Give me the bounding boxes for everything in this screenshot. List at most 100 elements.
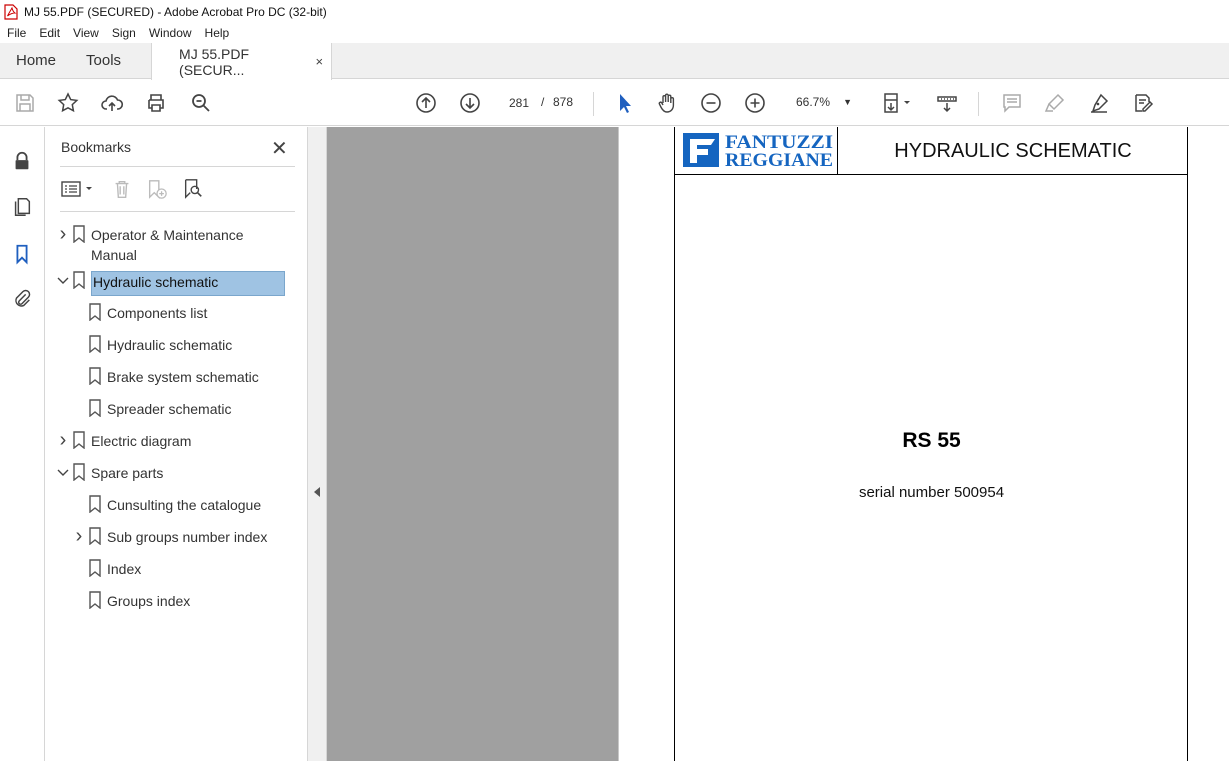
model-title: RS 55 [902, 429, 961, 452]
bookmark-label: Spreader schematic [107, 401, 232, 417]
bookmark-flag-icon [89, 367, 101, 386]
bookmark-icon [16, 244, 28, 265]
magnifier-icon [192, 94, 210, 112]
zoom-value: 66.7% [796, 95, 831, 109]
arrow-up-circle-icon [416, 93, 436, 113]
bookmark-item[interactable]: Spare parts [55, 463, 163, 486]
security-rail-button[interactable] [10, 149, 34, 173]
bookmark-flag-icon [89, 335, 101, 354]
chevron-down-icon[interactable] [55, 271, 71, 294]
page-display-button[interactable] [876, 89, 916, 117]
zoom-select[interactable]: 66.7% ▼ [788, 90, 858, 115]
scrolling-mode-button[interactable] [933, 89, 961, 117]
bookmark-item[interactable]: Index [71, 559, 141, 579]
pages-icon [14, 198, 31, 216]
highlighter-icon [1044, 93, 1065, 112]
lock-icon [15, 151, 29, 170]
attachments-rail-button[interactable] [10, 287, 34, 311]
serial-number: serial number 500954 [858, 484, 1005, 501]
find-bookmark-button[interactable] [181, 177, 205, 201]
edit-document-icon [1135, 94, 1154, 112]
bookmark-flag-icon [73, 225, 85, 244]
menu-bar: File Edit View Sign Window Help [0, 23, 1229, 43]
bookmark-item[interactable]: Groups index [71, 591, 190, 611]
draw-button[interactable] [1085, 89, 1113, 117]
comment-icon [1003, 94, 1021, 113]
bookmark-flag-icon [73, 271, 85, 290]
menu-edit[interactable]: Edit [32, 26, 66, 40]
title-bar: MJ 55.PDF (SECURED) - Adobe Acrobat Pro … [0, 0, 1229, 23]
bookmark-item[interactable]: › Electric diagram [55, 430, 192, 451]
tab-document[interactable]: MJ 55.PDF (SECUR... × [151, 43, 333, 80]
bookmark-item[interactable]: Brake system schematic [71, 367, 259, 387]
highlight-button[interactable] [1041, 89, 1069, 117]
document-viewer[interactable]: FANTUZZI REGGIANE HYDRAULIC SCHEMATIC RS… [327, 127, 1229, 761]
bookmark-item[interactable]: › Sub groups number index [71, 526, 268, 547]
bookmark-item[interactable]: Components list [71, 303, 207, 323]
menu-file[interactable]: File [0, 26, 32, 40]
menu-help[interactable]: Help [198, 26, 236, 40]
page-total: 878 [553, 95, 574, 109]
page-header: FANTUZZI REGGIANE HYDRAULIC SCHEMATIC [675, 127, 1188, 175]
chevron-right-icon[interactable]: › [55, 430, 71, 450]
bookmark-flag-icon [89, 399, 101, 418]
new-bookmark-button[interactable] [145, 177, 169, 201]
chevron-down-icon[interactable] [55, 463, 71, 486]
bookmark-item[interactable]: › Operator & Maintenance Manual [55, 224, 271, 265]
bookmark-label: Groups index [107, 593, 191, 609]
svg-text:REGGIANE: REGGIANE [725, 150, 833, 171]
left-rail [0, 127, 45, 761]
menu-view[interactable]: View [66, 26, 105, 40]
page-number-input[interactable]: 281 [500, 90, 538, 115]
tab-tools[interactable]: Tools [72, 43, 137, 78]
bookmark-label: Operator & Maintenance Manual [91, 227, 244, 263]
menu-window[interactable]: Window [142, 26, 198, 40]
zoom-in-button[interactable] [741, 89, 769, 117]
find-button[interactable] [187, 89, 215, 117]
main-toolbar: 281 / 878 66.7% ▼ [0, 80, 1229, 126]
bookmark-flag-icon [89, 591, 101, 610]
edit-pdf-button[interactable] [1129, 89, 1157, 117]
bookmark-label: Spare parts [91, 465, 164, 481]
bookmark-item[interactable]: Hydraulic schematic [71, 335, 232, 355]
page-fit-icon [884, 93, 910, 113]
comment-button[interactable] [998, 89, 1026, 117]
close-tab-icon[interactable]: × [315, 54, 323, 69]
close-panel-icon[interactable]: ✕ [271, 136, 288, 161]
select-tool-button[interactable] [610, 89, 638, 117]
print-button[interactable] [142, 89, 170, 117]
window-title: MJ 55.PDF (SECURED) - Adobe Acrobat Pro … [24, 4, 327, 19]
save-button[interactable] [11, 89, 39, 117]
bookmark-flag-icon [89, 303, 101, 322]
bookmark-star-button[interactable] [54, 89, 82, 117]
bookmark-flag-icon [89, 527, 101, 546]
bookmark-options-button[interactable] [61, 177, 97, 201]
trash-icon [115, 180, 129, 198]
menu-sign[interactable]: Sign [105, 26, 142, 40]
upload-button[interactable] [98, 89, 126, 117]
tab-home[interactable]: Home [0, 43, 72, 78]
bookmark-item[interactable]: Cunsulting the catalogue [71, 495, 261, 515]
bookmark-item[interactable]: Hydraulic schematic [55, 271, 286, 296]
chevron-right-icon[interactable]: › [55, 224, 71, 244]
zoom-out-button[interactable] [697, 89, 725, 117]
panel-splitter[interactable] [308, 127, 327, 761]
pages-rail-button[interactable] [10, 195, 34, 219]
chevron-right-icon[interactable]: › [71, 526, 87, 546]
paperclip-icon [15, 289, 31, 307]
bookmarks-rail-button[interactable] [10, 242, 34, 266]
hand-tool-button[interactable] [653, 89, 681, 117]
bookmarks-panel: Bookmarks ✕ › Operator & Maintenance Manu… [45, 127, 308, 761]
plus-circle-icon [745, 93, 765, 113]
arrow-down-circle-icon [460, 93, 480, 113]
page-header-title: HYDRAULIC SCHEMATIC [894, 140, 1132, 162]
previous-page-button[interactable] [412, 89, 440, 117]
bookmark-label: Sub groups number index [107, 529, 268, 545]
minus-circle-icon [701, 93, 721, 113]
next-page-button[interactable] [456, 89, 484, 117]
collapse-panel-arrow-icon[interactable] [314, 487, 320, 497]
delete-bookmark-button[interactable] [111, 177, 133, 201]
scroll-icon [937, 96, 957, 113]
bookmark-item[interactable]: Spreader schematic [71, 399, 232, 419]
bookmark-label: Brake system schematic [107, 369, 259, 385]
